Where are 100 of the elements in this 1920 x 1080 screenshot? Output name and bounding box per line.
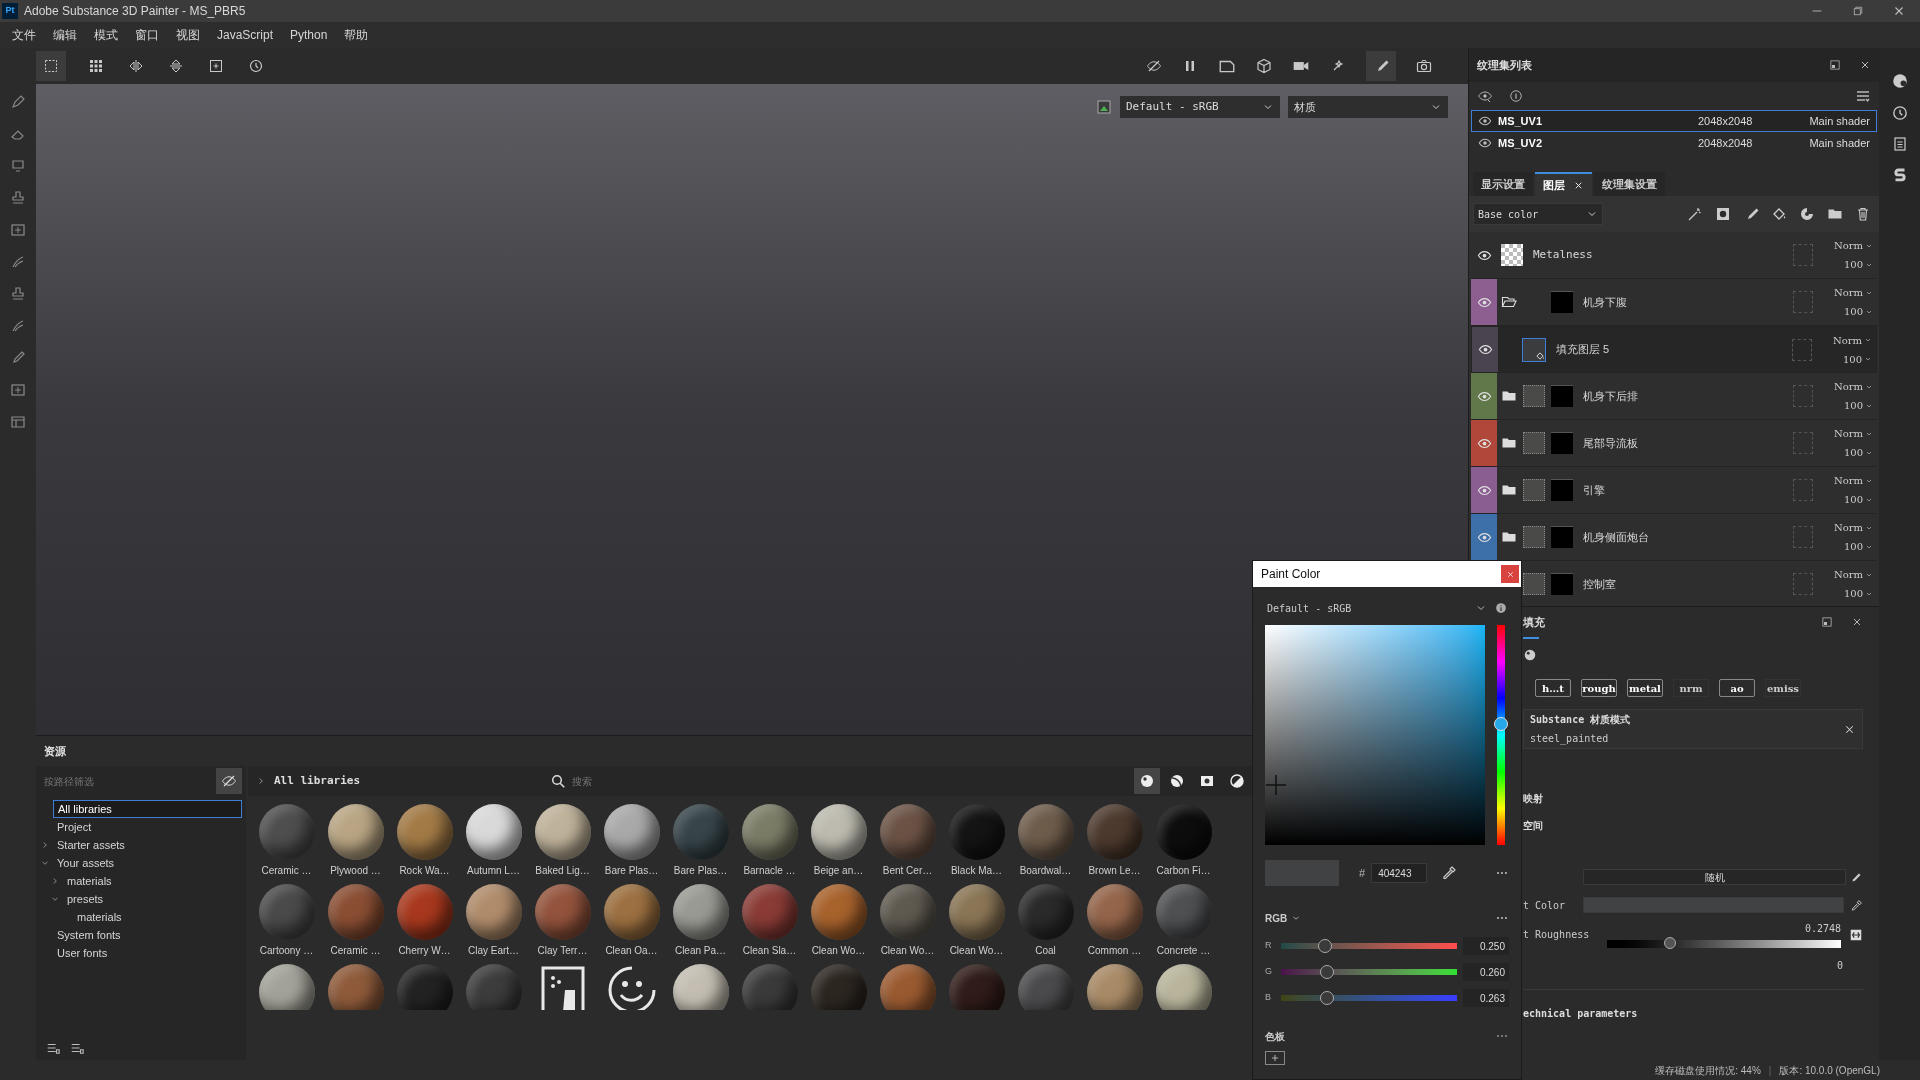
channel-dropdown[interactable]: Base color	[1473, 203, 1603, 225]
eye-icon[interactable]	[1478, 136, 1492, 150]
visibility-toggle-button[interactable]	[216, 768, 242, 794]
channel-toggle[interactable]: ao	[1719, 679, 1755, 697]
menu-item[interactable]: 窗口	[127, 26, 167, 44]
seed-field[interactable]: 随机	[1583, 869, 1846, 885]
material-sphere-icon[interactable]	[1523, 648, 1537, 662]
menu-item[interactable]: JavaScript	[209, 26, 282, 44]
color-profile-dropdown[interactable]: Default - sRGB	[1120, 96, 1280, 118]
panel-tab[interactable]: 纹理集设置	[1594, 172, 1665, 196]
channel-value[interactable]: 0.260	[1463, 963, 1509, 981]
color-mode-dropdown[interactable]: RGB	[1265, 910, 1302, 926]
menu-item[interactable]: 文件	[4, 26, 44, 44]
menu-item[interactable]: 编辑	[45, 26, 85, 44]
search-field[interactable]: 搜索	[572, 773, 1071, 789]
list-view-icon[interactable]	[46, 1041, 60, 1055]
tool-icon[interactable]	[10, 350, 26, 366]
eyedropper-icon[interactable]	[1441, 865, 1458, 881]
menu-item[interactable]: 模式	[86, 26, 126, 44]
mirror-x-icon[interactable]	[128, 58, 144, 74]
channel-toggle[interactable]: metal	[1627, 679, 1663, 697]
blend-mode-dropdown[interactable]: Norm	[1833, 379, 1873, 394]
material-preview[interactable]	[672, 964, 729, 1010]
info-icon[interactable]	[1495, 602, 1507, 614]
layer-row[interactable]: 机身下后排 Norm 100	[1471, 373, 1877, 420]
material-preview[interactable]	[258, 964, 315, 1010]
history-icon[interactable]	[248, 58, 264, 74]
close-icon[interactable]	[1859, 59, 1871, 71]
tool-icon[interactable]	[10, 382, 26, 398]
random-icon[interactable]	[1849, 927, 1863, 942]
blend-mode-dropdown[interactable]: Norm	[1833, 238, 1873, 253]
layer-row[interactable]: 引擎 Norm 100	[1471, 467, 1877, 514]
eye-icon[interactable]	[1478, 114, 1492, 128]
panel-tab[interactable]: 图层	[1535, 172, 1592, 196]
grid-icon[interactable]	[88, 58, 104, 74]
tree-item[interactable]: Starter assets	[53, 837, 129, 853]
layer-row[interactable]: 机身侧面炮台 Norm 100	[1471, 514, 1877, 561]
opacity-dropdown[interactable]: 100	[1843, 539, 1873, 554]
saturation-value-picker[interactable]	[1265, 625, 1485, 845]
slider-thumb[interactable]	[1319, 965, 1334, 979]
tree-item[interactable]: presets	[63, 891, 108, 907]
texture-set-row[interactable]: MS_UV1 2048x2048 Main shader	[1471, 110, 1877, 132]
tree-item[interactable]: Project	[53, 819, 96, 835]
blend-mode-dropdown[interactable]: Norm	[1833, 285, 1873, 300]
blend-mode-dropdown[interactable]: Norm	[1833, 567, 1873, 582]
channel-toggle[interactable]: emiss	[1765, 679, 1801, 697]
open-folder-icon[interactable]	[1501, 294, 1517, 310]
blend-mode-dropdown[interactable]: Norm	[1833, 520, 1873, 535]
slider-thumb[interactable]	[1318, 939, 1332, 953]
roughness-slider[interactable]	[1607, 940, 1841, 948]
add-frame-icon[interactable]	[208, 58, 224, 74]
opacity-dropdown[interactable]: 100	[1842, 351, 1872, 367]
blend-mode-dropdown[interactable]: Norm	[1833, 473, 1873, 488]
tree-item[interactable]: materials	[73, 909, 126, 925]
tool-icon[interactable]	[10, 254, 26, 270]
hide-icon[interactable]	[1146, 58, 1162, 74]
list-view-icon[interactable]	[70, 1041, 84, 1055]
layer-row[interactable]: 机身下腹 Norm 100	[1471, 279, 1877, 326]
paint-mode-button[interactable]	[1366, 51, 1396, 81]
hex-field[interactable]: 404243	[1371, 863, 1428, 883]
channel-value[interactable]: 0.250	[1463, 937, 1509, 955]
material-preview[interactable]	[1086, 964, 1143, 1010]
slider-thumb[interactable]	[1320, 991, 1335, 1005]
tree-item[interactable]: materials	[63, 873, 116, 889]
display-mode-dropdown[interactable]: 材质	[1288, 96, 1448, 118]
eye-settings-icon[interactable]	[1477, 88, 1493, 104]
eye-icon[interactable]	[1509, 89, 1523, 103]
tool-icon[interactable]	[10, 190, 26, 206]
opacity-dropdown[interactable]: 100	[1843, 492, 1873, 507]
channel-toggle[interactable]: rough	[1581, 679, 1617, 697]
tool-icon[interactable]	[10, 286, 26, 302]
opacity-dropdown[interactable]: 100	[1843, 304, 1873, 319]
add-fill-layer-icon[interactable]	[1771, 206, 1787, 222]
cube-icon[interactable]	[1256, 58, 1272, 74]
tree-item[interactable]: All libraries	[53, 800, 242, 818]
opacity-dropdown[interactable]: 100	[1843, 586, 1873, 601]
tree-item[interactable]: User fonts	[53, 945, 112, 961]
layer-row[interactable]: 填充图层 5 Norm 100	[1471, 326, 1877, 373]
log-icon[interactable]	[1891, 136, 1908, 152]
restore-icon[interactable]	[1852, 5, 1864, 17]
display-icon[interactable]	[1096, 99, 1112, 115]
history-icon[interactable]	[1890, 104, 1909, 122]
add-smart-icon[interactable]	[1799, 206, 1815, 222]
list-options-icon[interactable]	[1855, 88, 1871, 104]
tool-icon[interactable]	[10, 158, 26, 174]
opacity-dropdown[interactable]: 100	[1843, 445, 1873, 460]
add-effect-icon[interactable]	[1687, 206, 1703, 222]
slider-thumb[interactable]	[1664, 937, 1677, 949]
tool-icon[interactable]	[10, 94, 26, 110]
panel-tab[interactable]: 显示设置	[1473, 172, 1533, 196]
menu-item[interactable]: 视图	[168, 26, 208, 44]
tool-icon[interactable]	[10, 414, 26, 430]
blend-mode-dropdown[interactable]: Norm	[1832, 332, 1872, 348]
menu-item[interactable]: Python	[282, 26, 336, 44]
float-icon[interactable]	[1821, 616, 1833, 628]
channel-value[interactable]: 0.263	[1463, 989, 1509, 1007]
add-swatch-button[interactable]	[1265, 1051, 1285, 1065]
eyedropper-icon[interactable]	[1850, 898, 1863, 912]
camera-icon[interactable]	[1416, 58, 1432, 74]
color-swatch[interactable]	[1583, 897, 1844, 913]
